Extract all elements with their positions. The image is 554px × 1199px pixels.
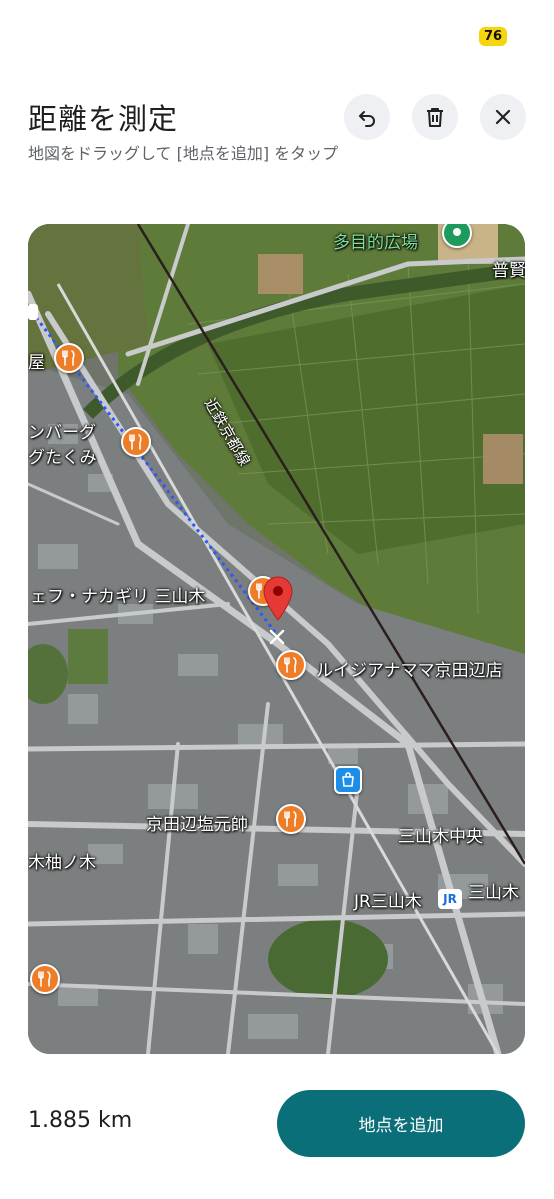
crosshair-icon (269, 629, 285, 645)
map-label-shioganshi: 京田辺塩元帥 (146, 815, 248, 835)
map-view[interactable]: 多目的広場 普賢 近鉄京都線 屋 ンバーグ グたくみ ェフ・ナカギリ 三山木 ル… (28, 224, 525, 1054)
map-label-sanyamagi: 三山木 (468, 883, 519, 903)
trash-icon (427, 108, 443, 127)
map-label-hamburg-2: グたくみ (28, 448, 97, 468)
map-label-sanyamagi-chuo: 三山木中央 (398, 827, 483, 847)
map-label-hamburg-1: ンバーグ (28, 423, 96, 443)
add-point-button[interactable]: 地点を追加 (277, 1090, 525, 1157)
instruction-text: 地図をドラッグして [地点を追加] をタップ (28, 144, 339, 163)
restaurant-icon[interactable] (121, 427, 151, 457)
map-label-plaza: 多目的広場 (333, 233, 418, 253)
map-label-jr-station: JR三山木 (354, 892, 422, 912)
map-label-ya: 屋 (28, 353, 45, 373)
map-label-fugen: 普賢 (492, 261, 525, 281)
route-start-marker[interactable] (28, 304, 38, 320)
map-label-chef: ェフ・ナカギリ 三山木 (30, 587, 206, 607)
close-icon (495, 109, 511, 125)
close-button[interactable] (480, 94, 526, 140)
map-label-louisiana: ルイジアナママ京田辺店 (316, 661, 503, 681)
shopping-bag-icon[interactable] (334, 766, 362, 794)
restaurant-icon[interactable] (276, 804, 306, 834)
distance-readout: 1.885 km (28, 1108, 133, 1133)
restaurant-icon[interactable] (30, 964, 60, 994)
page-title: 距離を測定 (28, 102, 179, 136)
restaurant-icon[interactable] (276, 650, 306, 680)
location-pin-icon[interactable] (261, 574, 295, 622)
undo-button[interactable] (344, 94, 390, 140)
undo-icon (359, 111, 375, 127)
jr-logo-icon: JR (438, 889, 462, 909)
delete-button[interactable] (412, 94, 458, 140)
status-badge: 76 (479, 27, 507, 46)
restaurant-icon[interactable] (54, 343, 84, 373)
map-label-kiyunoki: 木柚ノ木 (28, 853, 96, 873)
